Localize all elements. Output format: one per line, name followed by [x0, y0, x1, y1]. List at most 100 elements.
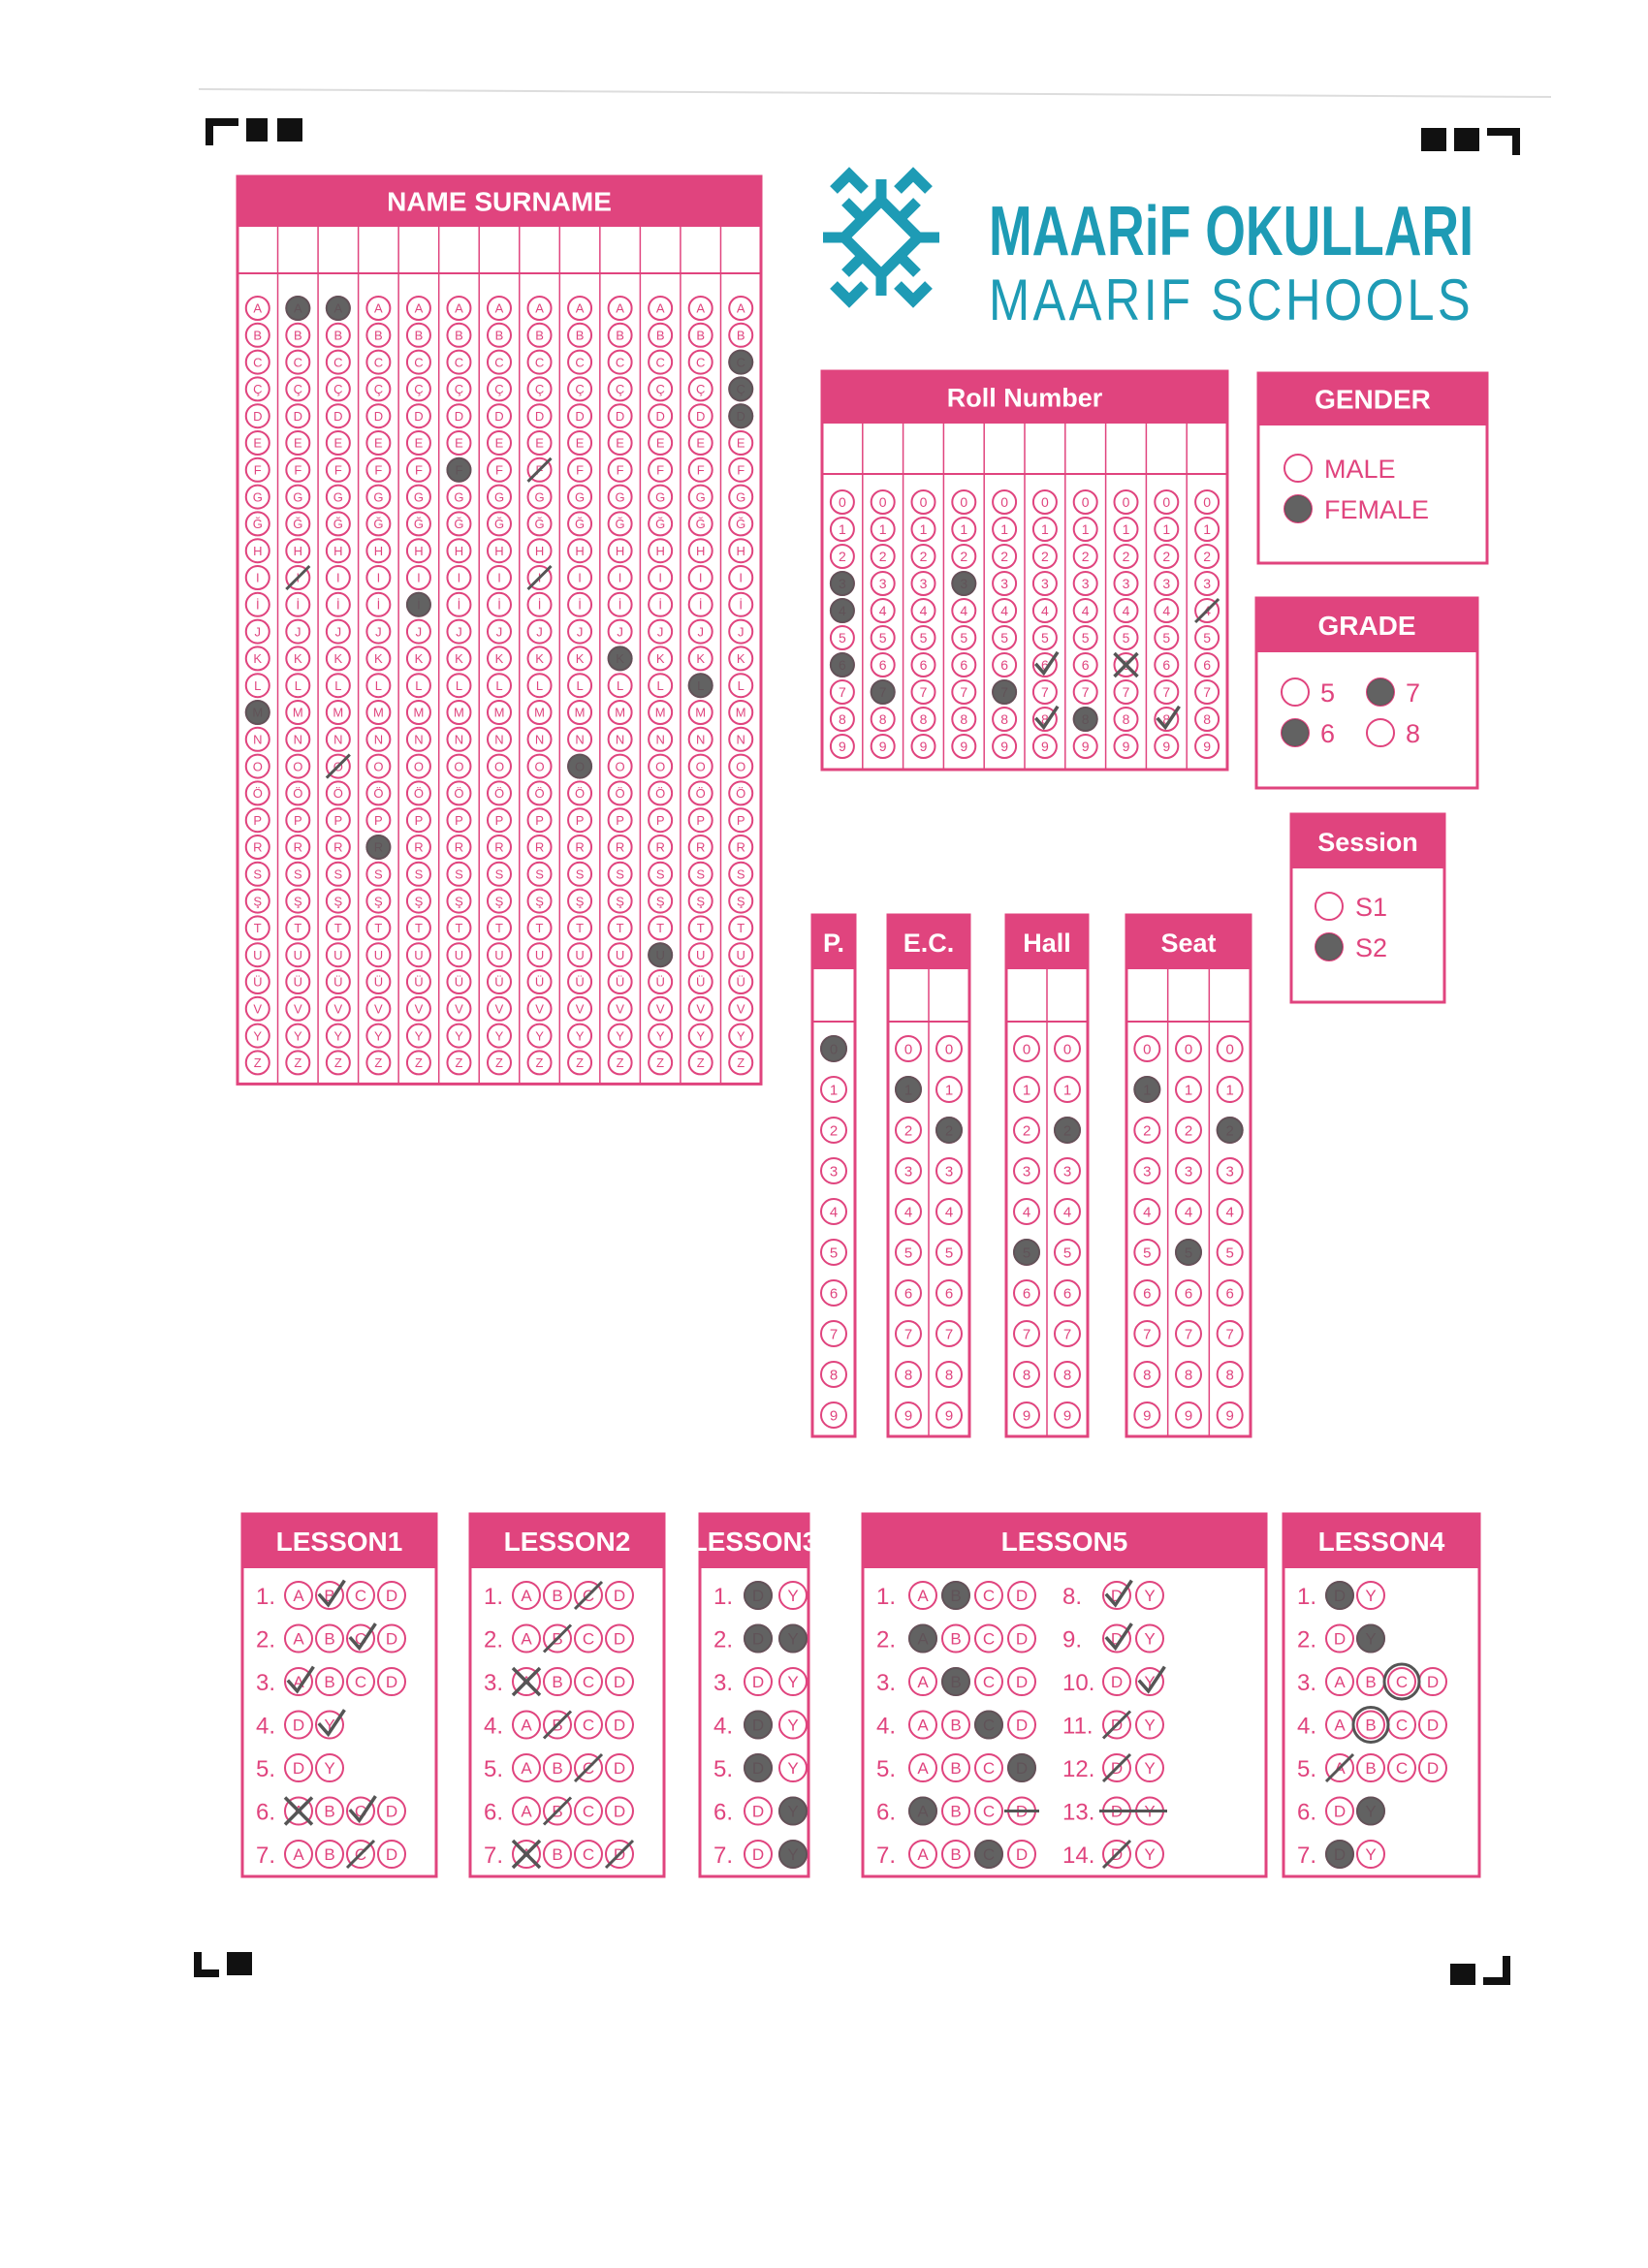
- name-bubble-V[interactable]: V: [285, 995, 311, 1022]
- field-bubble-4[interactable]: 4: [1133, 1198, 1161, 1225]
- name-bubble-J[interactable]: J: [607, 618, 633, 645]
- name-bubble-Z[interactable]: Z: [446, 1050, 472, 1076]
- name-bubble-O[interactable]: O: [728, 753, 754, 779]
- name-bubble-C[interactable]: C: [325, 349, 351, 375]
- name-bubble-C[interactable]: C: [446, 349, 472, 375]
- name-bubble-D[interactable]: D: [607, 403, 633, 429]
- name-bubble-Ş[interactable]: Ş: [526, 888, 553, 914]
- answer-bubble-A[interactable]: A: [1325, 1667, 1354, 1696]
- field-bubble-0[interactable]: 0: [1013, 1035, 1040, 1062]
- field-bubble-8[interactable]: 8: [1175, 1361, 1202, 1388]
- answer-bubble-C[interactable]: C: [574, 1840, 603, 1869]
- roll-bubble-6[interactable]: 6: [910, 652, 936, 677]
- name-bubble-C[interactable]: C: [648, 349, 674, 375]
- name-bubble-Z[interactable]: Z: [365, 1050, 392, 1076]
- name-bubble-P[interactable]: P: [285, 807, 311, 834]
- name-bubble-Ş[interactable]: Ş: [405, 888, 431, 914]
- name-bubble-Ö[interactable]: Ö: [446, 780, 472, 806]
- field-bubble-7[interactable]: 7: [1054, 1320, 1081, 1347]
- name-bubble-E[interactable]: E: [365, 430, 392, 456]
- name-bubble-B[interactable]: B: [325, 322, 351, 348]
- name-bubble-L[interactable]: L: [285, 673, 311, 699]
- name-bubble-G[interactable]: G: [607, 484, 633, 510]
- roll-bubble-8[interactable]: 8: [910, 707, 936, 732]
- name-bubble-R[interactable]: R: [648, 835, 674, 860]
- name-bubble-N[interactable]: N: [728, 726, 754, 752]
- name-bubble-P[interactable]: P: [648, 807, 674, 834]
- name-bubble-P[interactable]: P: [728, 807, 754, 834]
- name-bubble-V[interactable]: V: [487, 995, 512, 1022]
- name-bubble-Ş[interactable]: Ş: [285, 888, 311, 914]
- name-bubble-E[interactable]: E: [244, 430, 270, 456]
- name-bubble-H[interactable]: H: [526, 538, 553, 564]
- name-bubble-Z[interactable]: Z: [687, 1050, 713, 1076]
- roll-bubble-4[interactable]: 4: [910, 598, 936, 623]
- answer-bubble-D[interactable]: D: [605, 1710, 634, 1740]
- name-bubble-D[interactable]: D: [285, 403, 311, 429]
- name-bubble-E[interactable]: E: [487, 430, 512, 456]
- field-bubble-4[interactable]: 4: [1175, 1198, 1202, 1225]
- answer-bubble-Y[interactable]: Y: [778, 1581, 808, 1610]
- roll-bubble-9[interactable]: 9: [829, 734, 855, 759]
- name-bubble-T[interactable]: T: [728, 915, 754, 941]
- name-bubble-R[interactable]: R: [687, 835, 713, 860]
- name-bubble-Y[interactable]: Y: [607, 1023, 633, 1049]
- field-bubble-1[interactable]: 1: [1054, 1076, 1081, 1103]
- name-bubble-L[interactable]: L: [487, 673, 512, 699]
- name-bubble-D[interactable]: D: [244, 403, 270, 429]
- field-bubble-8[interactable]: 8: [1054, 1361, 1081, 1388]
- answer-bubble-A[interactable]: A: [908, 1667, 937, 1696]
- name-bubble-T[interactable]: T: [285, 915, 311, 941]
- name-bubble-O[interactable]: O: [405, 753, 431, 779]
- roll-bubble-5[interactable]: 5: [870, 625, 896, 650]
- name-bubble-Ğ[interactable]: Ğ: [365, 511, 392, 537]
- answer-bubble-D[interactable]: D: [1325, 1623, 1354, 1654]
- answer-bubble-C[interactable]: C: [574, 1710, 603, 1740]
- name-bubble-I[interactable]: I: [487, 565, 512, 590]
- roll-bubble-0[interactable]: 0: [992, 489, 1018, 515]
- name-bubble-M[interactable]: M: [285, 700, 311, 725]
- field-bubble-1[interactable]: 1: [935, 1076, 963, 1103]
- name-bubble-T[interactable]: T: [325, 915, 351, 941]
- answer-bubble-C[interactable]: C: [1387, 1710, 1416, 1740]
- name-bubble-H[interactable]: H: [567, 538, 593, 564]
- name-bubble-M[interactable]: M: [365, 700, 392, 725]
- name-bubble-Ğ[interactable]: Ğ: [648, 511, 674, 537]
- name-bubble-B[interactable]: B: [607, 322, 633, 348]
- name-bubble-G[interactable]: G: [446, 484, 472, 510]
- name-bubble-Y[interactable]: Y: [325, 1023, 351, 1049]
- name-bubble-I[interactable]: I: [687, 565, 713, 590]
- field-bubble-3[interactable]: 3: [895, 1157, 922, 1184]
- name-bubble-Ç[interactable]: Ç: [405, 376, 431, 402]
- answer-bubble-C[interactable]: C: [346, 1581, 375, 1610]
- answer-bubble-D[interactable]: D: [284, 1753, 313, 1782]
- name-bubble-K[interactable]: K: [687, 646, 713, 672]
- field-bubble-7[interactable]: 7: [1216, 1320, 1244, 1347]
- field-bubble-0[interactable]: 0: [895, 1035, 922, 1062]
- name-bubble-Ö[interactable]: Ö: [285, 780, 311, 806]
- name-bubble-E[interactable]: E: [687, 430, 713, 456]
- roll-bubble-9[interactable]: 9: [951, 734, 977, 759]
- name-bubble-U[interactable]: U: [405, 942, 431, 968]
- name-bubble-J[interactable]: J: [526, 618, 553, 645]
- name-bubble-Y[interactable]: Y: [446, 1023, 472, 1049]
- answer-bubble-Y[interactable]: Y: [778, 1753, 808, 1782]
- name-bubble-İ[interactable]: İ: [526, 591, 553, 617]
- roll-bubble-5[interactable]: 5: [992, 625, 1018, 650]
- roll-bubble-0[interactable]: 0: [1113, 489, 1139, 515]
- roll-bubble-4[interactable]: 4: [951, 598, 977, 623]
- name-bubble-G[interactable]: G: [526, 484, 553, 510]
- roll-bubble-1[interactable]: 1: [1113, 517, 1139, 542]
- name-bubble-E[interactable]: E: [285, 430, 311, 456]
- answer-bubble-D[interactable]: D: [744, 1840, 773, 1869]
- name-bubble-U[interactable]: U: [567, 942, 593, 968]
- field-bubble-5[interactable]: 5: [1216, 1239, 1244, 1266]
- name-bubble-İ[interactable]: İ: [487, 591, 512, 617]
- name-bubble-J[interactable]: J: [365, 618, 392, 645]
- name-bubble-D[interactable]: D: [405, 403, 431, 429]
- answer-bubble-A[interactable]: A: [1325, 1710, 1354, 1740]
- answer-bubble-D[interactable]: D: [1007, 1623, 1036, 1654]
- name-bubble-Ü[interactable]: Ü: [365, 969, 392, 994]
- name-bubble-N[interactable]: N: [526, 726, 553, 752]
- field-bubble-3[interactable]: 3: [1216, 1157, 1244, 1184]
